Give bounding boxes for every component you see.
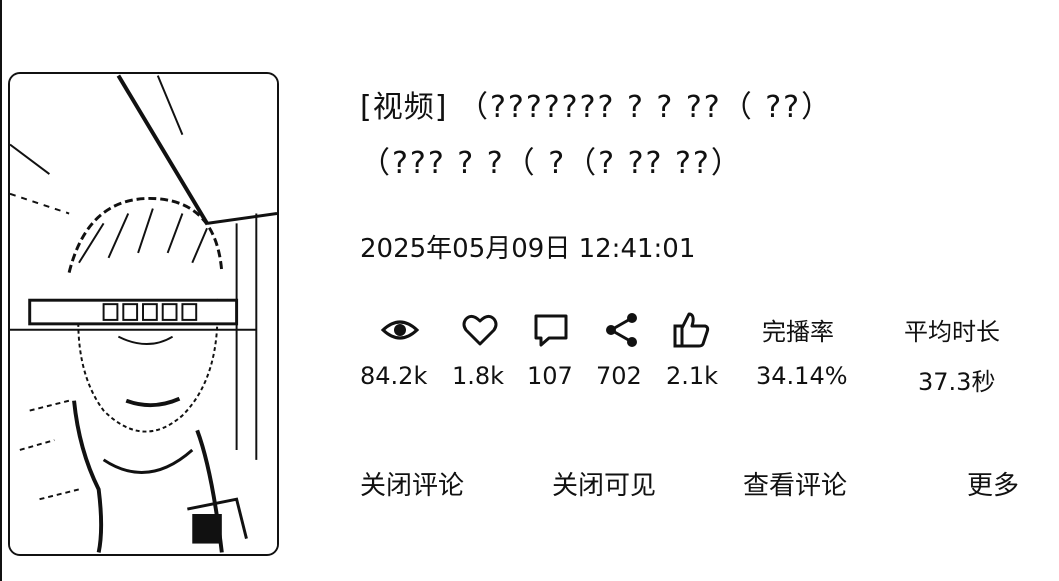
view-comments-button[interactable]: 查看评论 [743,465,847,502]
recommends-count: 2.1k [666,362,719,390]
publish-datetime: 2025年05月09日 12:41:01 [360,234,696,264]
video-title-line1: （??????? ? ? ??（ ??） [457,90,834,125]
close-comments-button[interactable]: 关闭评论 [360,465,464,502]
likes-count: 1.8k [452,362,505,390]
thumbnail-image [10,74,277,553]
window-edge [0,0,2,581]
avg-duration-label: 平均时长 [904,318,1000,346]
video-thumbnail[interactable] [8,72,279,556]
comments-count: 107 [527,362,573,390]
eye-icon [380,320,420,340]
completion-rate-value: 34.14% [756,362,848,390]
avg-duration-value: 37.3秒 [918,368,996,396]
shares-count: 702 [596,362,642,390]
video-title[interactable]: [视频] （??????? ? ? ??（ ??） （??? ? ?（ ?（? … [360,80,1030,192]
thumbs-up-icon [673,312,710,348]
video-title-line2: （??? ? ?（ ?（? ?? ??） [360,146,743,181]
views-count: 84.2k [360,362,428,390]
heart-icon [462,314,498,346]
share-icon [606,313,637,347]
video-type-tag: [视频] [360,90,448,125]
more-button[interactable]: 更多 [967,465,1019,502]
comment-icon [534,314,568,347]
close-visibility-button[interactable]: 关闭可见 [552,465,656,502]
completion-rate-label: 完播率 [762,318,834,346]
